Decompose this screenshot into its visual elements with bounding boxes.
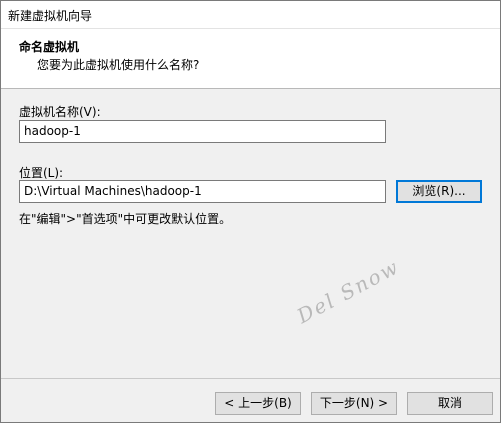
vm-name-input[interactable]: hadoop-1 <box>19 120 386 143</box>
title-bar: 新建虚拟机向导 <box>1 1 500 29</box>
watermark: Del Snow <box>293 254 404 329</box>
location-input[interactable]: D:\Virtual Machines\hadoop-1 <box>19 180 386 203</box>
new-vm-wizard-window: 新建虚拟机向导 命名虚拟机 您要为此虚拟机使用什么名称? 虚拟机名称(V): h… <box>0 0 501 423</box>
vm-name-label: 虚拟机名称(V): <box>19 105 101 119</box>
browse-button[interactable]: 浏览(R)... <box>396 180 482 203</box>
next-button[interactable]: 下一步(N) > <box>311 392 397 415</box>
wizard-header: 命名虚拟机 您要为此虚拟机使用什么名称? <box>1 29 500 89</box>
back-button[interactable]: < 上一步(B) <box>215 392 301 415</box>
default-location-hint: 在"编辑">"首选项"中可更改默认位置。 <box>19 212 232 226</box>
wizard-footer: < 上一步(B) 下一步(N) > 取消 <box>1 379 500 422</box>
cancel-button[interactable]: 取消 <box>407 392 493 415</box>
step-subtitle: 您要为此虚拟机使用什么名称? <box>37 58 200 72</box>
window-title: 新建虚拟机向导 <box>8 9 93 23</box>
location-label: 位置(L): <box>19 166 64 180</box>
step-title: 命名虚拟机 <box>19 40 80 54</box>
